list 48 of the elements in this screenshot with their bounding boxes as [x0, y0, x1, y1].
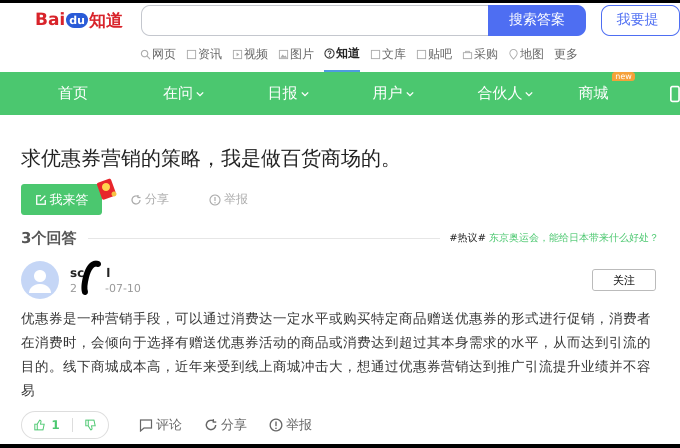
share-icon[interactable] [204, 418, 218, 432]
document-icon[interactable] [370, 49, 381, 60]
channel-tab[interactable]: 网页 [140, 37, 176, 72]
share-link[interactable]: 分享 [204, 416, 247, 434]
search-icon[interactable] [140, 49, 151, 60]
map-pin-icon[interactable] [508, 49, 519, 60]
question-icon[interactable] [324, 48, 335, 59]
answer-date: -07-10 [105, 282, 141, 294]
question-title: 求优惠券营销的策略，我是做百货商场的。 [21, 145, 402, 172]
answer-count: 3个回答 [21, 228, 76, 248]
play-icon[interactable] [232, 49, 243, 60]
avatar-icon[interactable] [21, 261, 59, 299]
channel-tab[interactable]: 地图 [508, 37, 544, 72]
comment-link[interactable]: 评论 [139, 416, 182, 434]
chevron-down-icon[interactable] [300, 90, 309, 96]
image-icon[interactable] [278, 49, 289, 60]
answer-text: 优惠券是一种营销手段，可以通过消费达一定水平或购买特定商品赠送优惠券的形式进行促销，消费者在消费时，会倾向于选择有赠送优惠券活动的商品或消费达到超过其本身需求的水平，从而达到引流的目的。线下商城成本高，近年来受到线上商城冲击大，想通过优惠券营销达到推广引流提升业绩并不容易 [21, 310, 652, 401]
report-link[interactable]: 举报 [269, 416, 312, 434]
channel-tab[interactable]: 贴吧 [416, 37, 452, 72]
ask-button[interactable]: 我要提 [601, 4, 680, 36]
document-icon[interactable] [416, 49, 427, 60]
phone-icon[interactable] [670, 84, 680, 102]
document-icon[interactable] [186, 49, 197, 60]
edit-icon[interactable] [34, 194, 46, 206]
channel-tab[interactable]: 采购 [462, 37, 498, 72]
channel-tab[interactable]: 图片 [278, 37, 314, 72]
chevron-down-icon[interactable] [196, 90, 204, 96]
chevron-down-icon[interactable] [525, 90, 534, 96]
like-count: 1 [51, 418, 60, 432]
user-name[interactable]: sc [70, 266, 84, 280]
user-name[interactable]: l [106, 266, 110, 280]
new-badge: new [612, 72, 635, 81]
report-icon[interactable] [269, 418, 283, 432]
logo[interactable]: Bai du 知道 [35, 8, 128, 32]
thumbs-up-icon[interactable] [34, 418, 46, 432]
channel-tab[interactable]: 资讯 [186, 37, 222, 72]
thumbs-down-icon[interactable] [84, 418, 96, 432]
chevron-down-icon[interactable] [406, 90, 414, 96]
hot-tag: #热议# [449, 231, 486, 245]
follow-button[interactable]: 关注 [592, 269, 656, 291]
search-button[interactable]: 搜索答案 [488, 4, 586, 36]
search-field[interactable] [140, 4, 488, 36]
channel-tab[interactable]: 更多 [554, 37, 578, 72]
channel-tab[interactable]: 文库 [370, 37, 406, 72]
comment-icon[interactable] [139, 418, 153, 432]
answer-date: 2 [70, 282, 77, 294]
bag-icon[interactable] [462, 49, 473, 60]
channel-tab[interactable]: 视频 [232, 37, 268, 72]
